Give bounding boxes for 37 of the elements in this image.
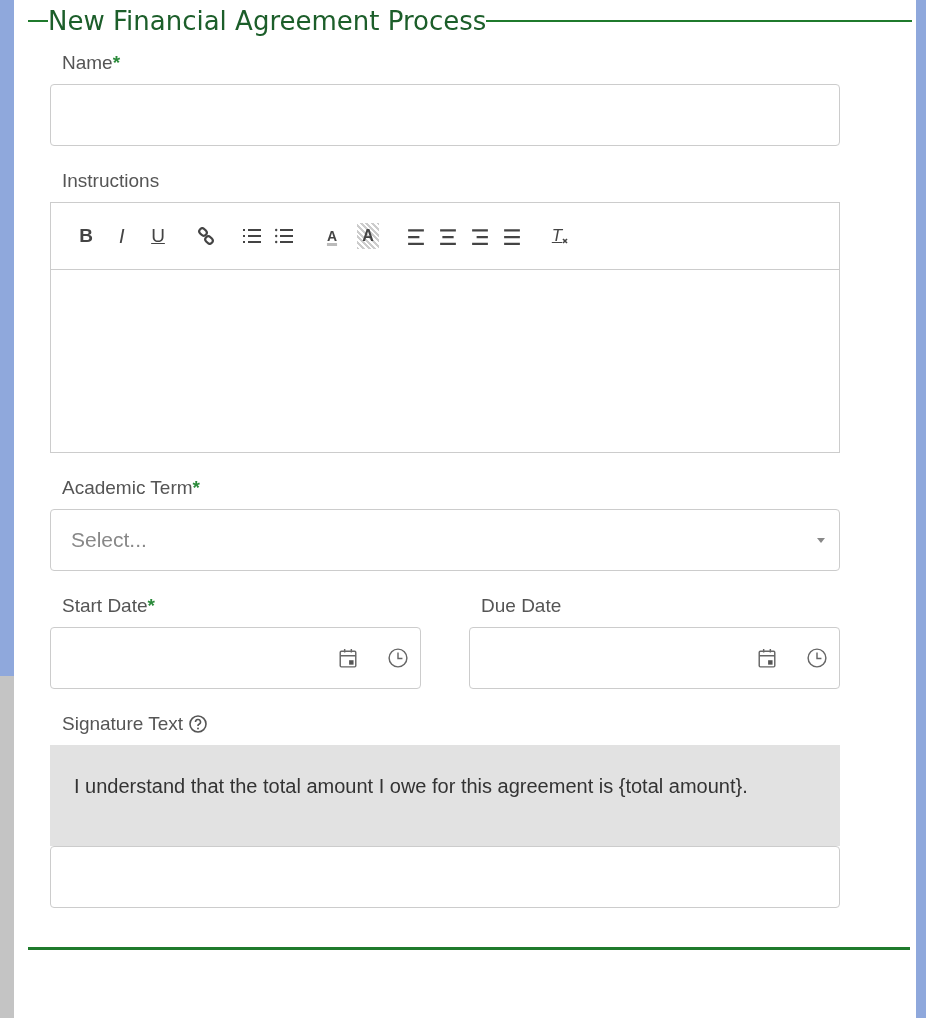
required-mark: * (112, 52, 121, 74)
clock-icon[interactable] (388, 648, 408, 668)
calendar-icon[interactable] (757, 648, 777, 668)
date-field[interactable] (469, 627, 840, 689)
signature-text: I understand that the total amount I owe for this agreement is {total amount}. (50, 745, 840, 846)
help-icon[interactable] (189, 715, 208, 733)
clock-icon[interactable] (807, 648, 827, 668)
highlight-button[interactable]: A (357, 223, 379, 249)
align-left-icon[interactable] (407, 227, 425, 245)
field-label: Start Date (62, 595, 148, 617)
bold-button[interactable]: B (75, 223, 97, 249)
clear-format-button[interactable]: T (549, 223, 571, 249)
bullet-list-icon[interactable] (275, 227, 293, 245)
field-label: Academic Term (62, 477, 193, 499)
calendar-icon[interactable] (338, 648, 358, 668)
name-field[interactable] (50, 84, 840, 146)
caret-icon (817, 537, 825, 543)
link-icon[interactable] (197, 227, 215, 245)
italic-button[interactable]: I (111, 223, 133, 249)
rich-text-editor[interactable]: B I U A A T (50, 202, 840, 453)
numbered-list-icon[interactable] (243, 227, 261, 245)
underline-button[interactable]: U (147, 223, 169, 249)
justify-icon[interactable] (503, 227, 521, 245)
field-label: Signature Text (62, 713, 184, 735)
date-field[interactable] (50, 627, 421, 689)
field-label: Name (62, 52, 113, 74)
required-mark: * (147, 595, 155, 617)
signature-field[interactable] (50, 846, 840, 908)
form-title: New Financial Agreement Process (48, 6, 487, 36)
field-label: Due Date (481, 595, 562, 617)
field-label: Instructions (62, 170, 160, 192)
term-dropdown[interactable]: Select... (50, 509, 840, 571)
align-right-icon[interactable] (471, 227, 489, 245)
required-mark: * (192, 477, 200, 499)
align-center-icon[interactable] (439, 227, 457, 245)
text-color-button[interactable]: A (321, 223, 343, 249)
x-icon (562, 238, 569, 244)
